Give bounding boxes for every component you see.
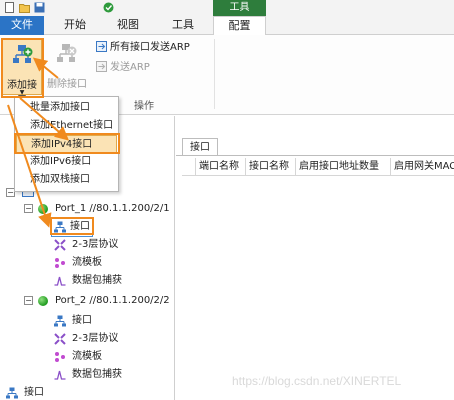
- arrow-to-ipv4: [19, 97, 70, 141]
- arrow-to-interface: [7, 104, 52, 228]
- arrow-to-add-button: [32, 57, 59, 79]
- annotation-arrows: [7, 57, 70, 228]
- watermark: https://blog.csdn.net/XINERTEL: [232, 374, 402, 388]
